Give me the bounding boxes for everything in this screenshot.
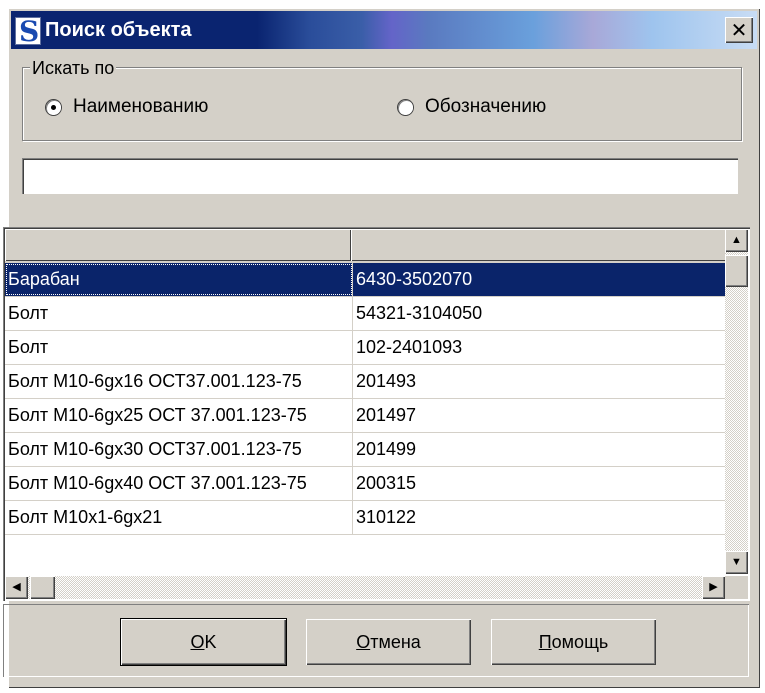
table-row[interactable]: Болт М10-6gx16 ОСТ37.001.123-75 201493 bbox=[5, 365, 727, 399]
app-logo-icon: S bbox=[15, 15, 41, 48]
scroll-left-icon[interactable]: ◀ bbox=[5, 576, 28, 599]
cell-code[interactable]: 201497 bbox=[353, 399, 727, 432]
cell-code[interactable]: 200315 bbox=[353, 467, 727, 500]
cell-code[interactable]: 310122 bbox=[353, 501, 727, 534]
table-row[interactable]: Барабан 6430-3502070 bbox=[5, 263, 727, 297]
cell-name[interactable]: Барабан bbox=[5, 263, 353, 296]
table-row[interactable]: Болт 54321-3104050 bbox=[5, 297, 727, 331]
radio-checked-icon[interactable] bbox=[46, 99, 61, 115]
column-header-name[interactable] bbox=[5, 229, 351, 261]
help-accel: П bbox=[538, 632, 552, 652]
grid-rows: Барабан 6430-3502070 Болт 54321-3104050 Болт… bbox=[5, 263, 727, 535]
table-row[interactable]: Болт М10-6gx25 ОСТ 37.001.123-75 201497 bbox=[5, 399, 727, 433]
column-header-code[interactable] bbox=[351, 229, 727, 261]
scroll-up-icon[interactable]: ▲ bbox=[725, 229, 748, 252]
cell-code[interactable]: 102-2401093 bbox=[353, 331, 727, 364]
cell-code[interactable]: 201493 bbox=[353, 365, 727, 398]
help-label: омощь bbox=[551, 632, 609, 652]
cell-code[interactable]: 201499 bbox=[353, 433, 727, 466]
table-row[interactable]: Болт М10х1-6gx21 310122 bbox=[5, 501, 727, 535]
radio-by-designation-label: Обозначению bbox=[425, 96, 547, 117]
radio-by-designation[interactable]: Обозначению bbox=[398, 96, 546, 118]
cell-name[interactable]: Болт М10х1-6gx21 bbox=[5, 501, 353, 534]
table-row[interactable]: Болт 102-2401093 bbox=[5, 331, 727, 365]
scroll-down-icon[interactable]: ▼ bbox=[725, 551, 748, 574]
horizontal-scrollbar[interactable]: ◀ ▶ bbox=[5, 576, 725, 599]
cancel-accel: О bbox=[356, 632, 371, 652]
cell-name[interactable]: Болт bbox=[5, 331, 353, 364]
radio-unchecked-icon[interactable] bbox=[398, 99, 413, 115]
cell-name[interactable]: Болт М10-6gx25 ОСТ 37.001.123-75 bbox=[5, 399, 353, 432]
cell-name[interactable]: Болт bbox=[5, 297, 353, 330]
cell-name[interactable]: Болт М10-6gx40 ОСТ 37.001.123-75 bbox=[5, 467, 353, 500]
vertical-scrollbar[interactable]: ▲ ▼ bbox=[725, 229, 748, 574]
ok-accel: О bbox=[190, 632, 205, 652]
grid-header bbox=[5, 229, 727, 263]
scrollbar-corner bbox=[725, 576, 748, 599]
help-button[interactable]: Помощь bbox=[491, 619, 656, 665]
cell-name[interactable]: Болт М10-6gx30 ОСТ37.001.123-75 bbox=[5, 433, 353, 466]
cell-code[interactable]: 54321-3104050 bbox=[353, 297, 727, 330]
ok-label: K bbox=[204, 632, 217, 652]
cell-code[interactable]: 6430-3502070 bbox=[353, 263, 727, 296]
ok-button[interactable]: ОK bbox=[121, 619, 286, 665]
window-title: Поиск объекта bbox=[45, 19, 192, 41]
close-button[interactable]: ✕ bbox=[725, 17, 753, 43]
radio-by-name-label: Наименованию bbox=[73, 96, 209, 117]
cancel-button[interactable]: Отмена bbox=[306, 619, 471, 665]
cancel-label: тмена bbox=[370, 632, 421, 652]
vertical-scroll-thumb[interactable] bbox=[725, 255, 748, 287]
horizontal-scroll-thumb[interactable] bbox=[30, 576, 55, 599]
search-by-legend: Искать по bbox=[30, 58, 117, 79]
search-input[interactable] bbox=[22, 158, 738, 194]
title-bar[interactable]: S Поиск объекта ✕ bbox=[11, 11, 757, 49]
scroll-right-icon[interactable]: ▶ bbox=[702, 576, 725, 599]
radio-by-name[interactable]: Наименованию bbox=[46, 96, 208, 118]
table-row[interactable]: Болт М10-6gx40 ОСТ 37.001.123-75 200315 bbox=[5, 467, 727, 501]
table-row[interactable]: Болт М10-6gx30 ОСТ37.001.123-75 201499 bbox=[5, 433, 727, 467]
results-grid: Барабан 6430-3502070 Болт 54321-3104050 Болт… bbox=[3, 227, 750, 601]
cell-name[interactable]: Болт М10-6gx16 ОСТ37.001.123-75 bbox=[5, 365, 353, 398]
